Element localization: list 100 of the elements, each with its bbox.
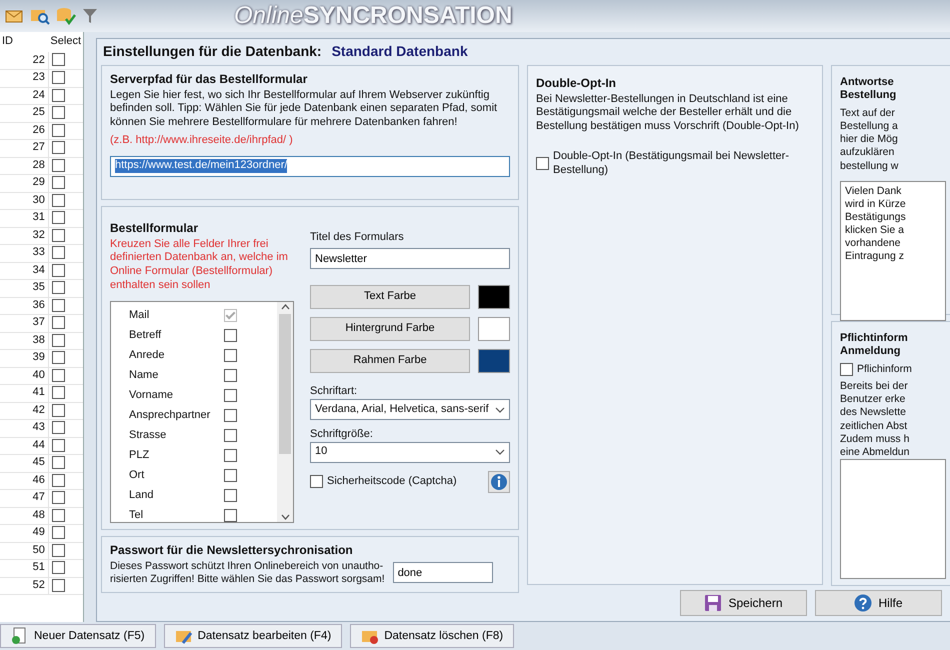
search-icon[interactable] (30, 7, 50, 25)
field-checkbox[interactable] (224, 429, 237, 442)
id-cell: 39 (0, 350, 48, 367)
row-checkbox[interactable] (52, 106, 65, 120)
panel-heading: Bestellformular (110, 220, 200, 236)
scroll-up-icon (280, 304, 290, 310)
row-checkbox[interactable] (52, 158, 65, 172)
row-checkbox[interactable] (52, 298, 65, 312)
field-checkbox[interactable] (224, 389, 237, 402)
id-cell: 22 (0, 52, 48, 70)
database-check-icon[interactable] (56, 7, 76, 25)
filter-icon[interactable] (82, 7, 98, 25)
font-select[interactable]: Verdana, Arial, Helvetica, sans-serif (310, 399, 510, 420)
example-text: (z.B. http://www.ihreseite.de/ihrpfad/ ) (110, 134, 294, 148)
save-icon (704, 594, 722, 612)
id-cell: 48 (0, 507, 48, 524)
color-button[interactable]: Rahmen Farbe (310, 349, 470, 374)
id-cell: 29 (0, 174, 48, 192)
field-label: Vorname (129, 388, 174, 402)
checkbox-label: Pflichinform (857, 363, 912, 376)
field-checkbox[interactable] (224, 489, 237, 502)
server-path-field[interactable]: https://www.test.de/mein123ordner/ (110, 156, 510, 176)
row-checkbox[interactable] (52, 578, 65, 592)
dialog-button[interactable]: Hilfe (815, 590, 942, 616)
app-logo: OnlineSYNCRONSATION (234, 1, 512, 31)
captcha-checkbox[interactable] (310, 475, 323, 488)
field-checkbox[interactable] (224, 469, 237, 482)
row-checkbox[interactable] (52, 211, 65, 224)
id-cell: 36 (0, 297, 48, 314)
field-checkbox[interactable] (224, 449, 237, 462)
id-cell: 34 (0, 262, 48, 280)
scroll-thumb[interactable] (279, 314, 291, 454)
row-checkbox[interactable] (52, 281, 65, 294)
field-checkbox[interactable] (224, 409, 237, 422)
row-checkbox[interactable] (52, 351, 65, 364)
row-checkbox[interactable] (52, 88, 65, 102)
id-cell: 40 (0, 367, 48, 384)
panel-heading: Pflichtinform Anmeldung (840, 332, 909, 359)
row-checkbox[interactable] (52, 194, 65, 207)
scrollbar[interactable] (277, 302, 293, 522)
row-checkbox[interactable] (52, 141, 65, 154)
id-cell: 38 (0, 332, 48, 350)
form-title-field[interactable]: Newsletter (310, 248, 510, 270)
row-checkbox[interactable] (52, 264, 65, 277)
info-icon[interactable] (488, 470, 510, 493)
field-checkbox[interactable] (224, 509, 237, 522)
password-field[interactable]: done (392, 562, 493, 584)
toolbar-button[interactable]: Neuer Datensatz (F5) (0, 624, 156, 648)
panel-heading: Passwort für die Newslettersychronisation (110, 542, 354, 558)
row-checkbox[interactable] (52, 421, 65, 434)
row-checkbox[interactable] (52, 176, 65, 190)
row-checkbox[interactable] (52, 368, 65, 382)
mandatory-info-checkbox[interactable] (840, 363, 853, 376)
row-checkbox[interactable] (52, 53, 65, 66)
toolbar-button[interactable]: Datensatz bearbeiten (F4) (164, 624, 342, 648)
reply-text-area[interactable]: Vielen Dank wird in Kürze Bestätigungs klicken Sie a vorhandene Eintragung z (840, 180, 946, 321)
field-checkbox[interactable] (224, 329, 237, 342)
row-checkbox[interactable] (52, 386, 65, 400)
row-checkbox[interactable] (52, 316, 65, 330)
row-checkbox[interactable] (52, 561, 65, 574)
row-checkbox[interactable] (52, 544, 65, 557)
row-checkbox[interactable] (52, 456, 65, 470)
description-text: Text auf der Bestellung a hier die Mög aufzuklären bestellung w (840, 107, 900, 173)
row-checkbox[interactable] (52, 526, 65, 540)
field-label: Mail (129, 308, 150, 322)
id-cell: 31 (0, 210, 48, 227)
id-cell: 26 (0, 122, 48, 140)
color-button[interactable]: Text Farbe (310, 285, 470, 310)
id-cell: 33 (0, 244, 48, 262)
color-button[interactable]: Hintergrund Farbe (310, 317, 470, 342)
panel-heading: Serverpfad für das Bestellformular (110, 72, 308, 86)
field-label: Ort (129, 468, 144, 482)
dialog-button[interactable]: Speichern (680, 590, 807, 616)
row-checkbox[interactable] (52, 124, 65, 137)
row-checkbox[interactable] (52, 246, 65, 260)
checkbox-label: Double-Opt-In (Bestätigungsmail bei Newsletter-Bestellung) (553, 150, 790, 178)
toolbar-button[interactable]: Datensatz löschen (F8) (350, 624, 514, 648)
checkbox-label: Sicherheitscode (Captcha) (327, 474, 458, 489)
row-checkbox[interactable] (52, 334, 65, 347)
panel-heading: Antwortse Bestellung (840, 76, 898, 103)
description-text: Bereits bei der Benutzer erke des Newslette zeitlichen Abst Zudem muss h eine Abmeldun (840, 380, 910, 459)
field-checkbox[interactable] (224, 349, 237, 362)
row-checkbox[interactable] (52, 508, 65, 522)
row-checkbox[interactable] (52, 71, 65, 84)
field-label: Ansprechpartner (129, 408, 210, 422)
double-opt-in-checkbox[interactable] (536, 157, 549, 170)
field-checkbox[interactable] (224, 369, 237, 382)
field-label: Strasse (129, 428, 166, 442)
info-text-area[interactable] (840, 458, 946, 579)
field-label: Name (129, 368, 158, 382)
instruction-text: Kreuzen Sie alle Felder Ihrer frei definierten Datenbank an, welche im Online Formular (Bestellformular) enthalten sein sollen (110, 238, 289, 292)
row-checkbox[interactable] (52, 438, 65, 452)
id-cell: 49 (0, 524, 48, 542)
row-checkbox[interactable] (52, 474, 65, 487)
row-checkbox[interactable] (52, 491, 65, 504)
row-checkbox[interactable] (52, 228, 65, 242)
id-cell: 30 (0, 192, 48, 210)
row-checkbox[interactable] (52, 404, 65, 417)
size-select[interactable]: 10 (310, 442, 510, 463)
id-cell: 41 (0, 384, 48, 402)
